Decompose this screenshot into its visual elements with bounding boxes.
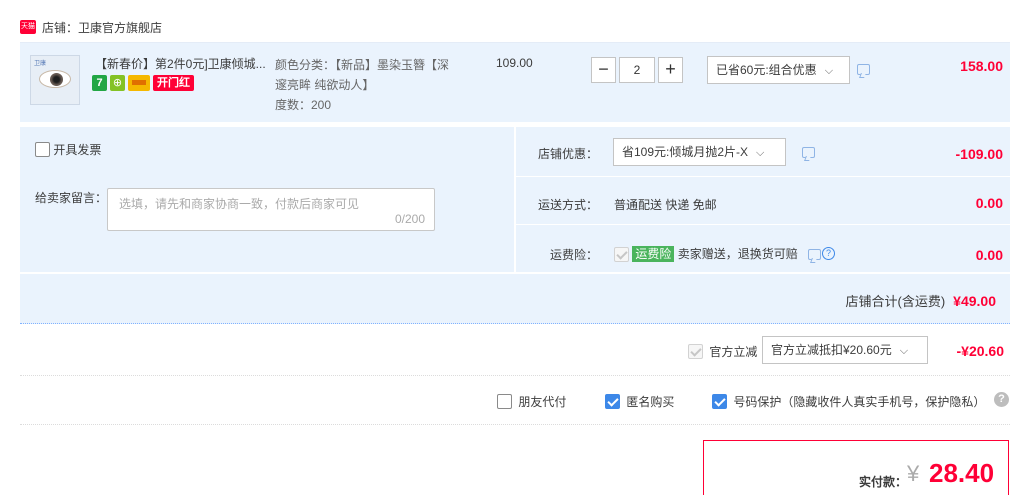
insurance-text: 卖家赠送，退换货可赔	[677, 247, 798, 261]
product-thumbnail[interactable]: 卫康	[30, 55, 80, 105]
product-title[interactable]: 【新春价】第2件0元]卫康倾城...	[95, 55, 270, 72]
message-char-count: 0/200	[394, 212, 425, 226]
help-icon[interactable]: ?	[994, 392, 1009, 407]
chevron-down-icon: ⌵	[899, 345, 909, 357]
kaimenhong-badge: 开门红	[153, 75, 194, 91]
panel-left: 开具发票 给卖家留言： 选填，请先和商家协商一致，付款后商家可见 0/200	[20, 127, 514, 272]
invoice-label: 开具发票	[53, 143, 102, 157]
unit-price: 109.00	[496, 56, 533, 70]
store-discount-label: 店铺优惠：	[538, 147, 599, 161]
thumbnail-text: 卫康	[34, 61, 47, 67]
store-discount-select[interactable]: 省109元:倾城月抛2片-X ⌵	[613, 138, 786, 166]
quantity-increase-button[interactable]: +	[658, 57, 683, 83]
seven-day-return-badge: 7	[92, 75, 107, 91]
message-label: 给卖家留言：	[35, 191, 108, 205]
quantity-decrease-button[interactable]: −	[591, 57, 616, 83]
promo-select-value: 已省60元:组合优惠	[716, 63, 817, 77]
order-options-panel: 开具发票 给卖家留言： 选填，请先和商家协商一致，付款后商家可见 0/200 店…	[20, 127, 1010, 324]
official-discount-label: 官方立减	[709, 345, 758, 359]
invoice-checkbox[interactable]	[35, 142, 50, 157]
friend-pay-option[interactable]: 朋友代付	[497, 393, 566, 410]
item-amount: 158.00	[960, 58, 1003, 74]
quantity-stepper: − 2 +	[591, 57, 683, 83]
promo-select[interactable]: 已省60元:组合优惠 ⌵	[707, 56, 850, 84]
sku-line: 邃亮眸 纯欲动人】	[275, 78, 375, 92]
message-textarea[interactable]: 选填，请先和商家协商一致，付款后商家可见 0/200	[107, 188, 435, 231]
official-discount-checkbox	[688, 344, 703, 359]
comment-icon[interactable]	[808, 249, 821, 260]
store-discount-amount: -109.00	[955, 146, 1003, 162]
pay-label: 实付款：	[859, 475, 908, 489]
sku-info: 颜色分类：【新品】墨染玉簪【深 邃亮眸 纯欲动人】 度数：200	[275, 55, 465, 115]
anonymous-label: 匿名购买	[626, 395, 675, 409]
panel-right: 店铺优惠： 省109元:倾城月抛2片-X ⌵ -109.00 运送方式： 普通配送…	[516, 127, 1010, 272]
number-protect-label: 号码保护（隐藏收件人真实手机号，保护隐私）	[733, 395, 986, 409]
product-badges: 7 ⊕ 开门红	[92, 75, 194, 91]
comment-icon[interactable]	[802, 147, 815, 158]
quantity-input[interactable]: 2	[619, 57, 655, 83]
pay-amount: 28.40	[929, 458, 995, 488]
friend-pay-checkbox[interactable]	[497, 394, 512, 409]
sku-line: 度数：200	[275, 98, 332, 112]
insurance-checkbox	[614, 247, 629, 263]
shipping-amount: 0.00	[975, 195, 1003, 211]
message-placeholder: 选填，请先和商家协商一致，付款后商家可见	[119, 197, 360, 211]
insurance-amount: 0.00	[975, 247, 1003, 263]
official-discount-amount: -¥20.60	[956, 343, 1004, 359]
credit-card-badge-icon	[128, 75, 150, 91]
official-discount-value: 官方立减抵扣¥20.60元	[771, 343, 892, 357]
official-discount-option: 官方立减	[688, 343, 757, 360]
store-header: 天猫 店铺：卫康官方旗舰店	[20, 18, 162, 36]
anonymous-checkbox[interactable]	[605, 394, 620, 409]
help-icon[interactable]: ?	[822, 247, 835, 260]
invoice-option[interactable]: 开具发票	[35, 141, 101, 158]
order-item-row: 卫康 【新春价】第2件0元]卫康倾城... 7 ⊕ 开门红 颜色分类：【新品】墨…	[20, 42, 1010, 122]
comment-icon[interactable]	[857, 64, 870, 75]
payment-summary: 实付款： ¥ 28.40	[703, 440, 1009, 495]
anonymous-option[interactable]: 匿名购买	[605, 393, 674, 410]
insurance-tag: 运费险	[632, 246, 675, 262]
subtotal-label: 店铺合计(含运费)	[845, 294, 946, 309]
chevron-down-icon: ⌵	[824, 65, 834, 77]
currency-symbol: ¥	[907, 461, 920, 486]
official-discount-select[interactable]: 官方立减抵扣¥20.60元 ⌵	[762, 336, 928, 364]
store-name[interactable]: 店铺：卫康官方旗舰店	[42, 19, 162, 36]
store-subtotal: 店铺合计(含运费) ¥49.00	[846, 291, 997, 310]
store-discount-value: 省109元:倾城月抛2片-X	[622, 145, 749, 159]
shipping-label: 运送方式：	[538, 198, 599, 212]
subtotal-amount: ¥49.00	[953, 293, 996, 309]
insurance-option: 运费险 卖家赠送，退换货可赔	[614, 245, 798, 263]
service-badge-icon: ⊕	[110, 75, 125, 91]
friend-pay-label: 朋友代付	[518, 395, 567, 409]
eye-image-icon	[39, 70, 71, 88]
shipping-value: 普通配送 快递 免邮	[614, 198, 717, 212]
number-protect-checkbox[interactable]	[712, 394, 727, 409]
sku-line: 颜色分类：【新品】墨染玉簪【深	[275, 58, 450, 72]
number-protect-option[interactable]: 号码保护（隐藏收件人真实手机号，保护隐私）	[712, 393, 985, 410]
tmall-logo-icon: 天猫	[20, 20, 36, 34]
insurance-label: 运费险：	[550, 248, 599, 262]
chevron-down-icon: ⌵	[756, 147, 765, 159]
